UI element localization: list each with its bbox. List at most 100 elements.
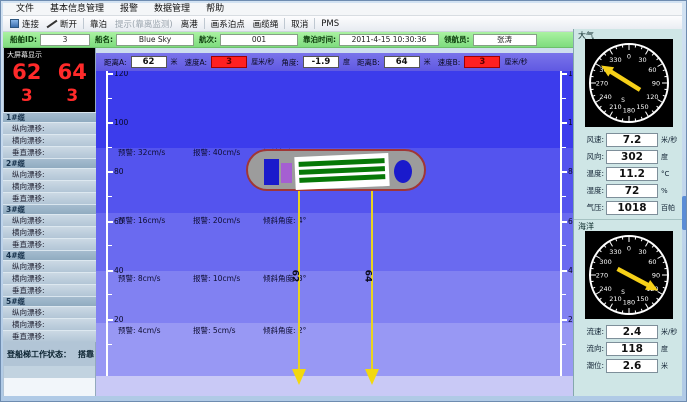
weather-row-4: 气压:1018百帕 xyxy=(574,199,682,216)
ocean-row-0: 流速:2.4米/秒 xyxy=(574,323,682,340)
info-field-value[interactable]: 2011-4-15 10:30:36 xyxy=(339,34,439,46)
toolbar-button-8[interactable]: PMS xyxy=(317,18,343,30)
sensor-arrow-a xyxy=(292,369,306,385)
weather-unit-4: 百帕 xyxy=(661,203,675,213)
toolbar-button-2[interactable]: 靠泊 xyxy=(86,17,111,31)
info-field-3: 靠泊时间:2011-4-15 10:30:36 xyxy=(303,34,439,46)
measure-label-3: 距离B: xyxy=(357,57,380,68)
toolbar-button-1[interactable]: 断开 xyxy=(43,17,81,31)
measure-value-0: 62 xyxy=(131,56,167,68)
measure-unit-0: 米 xyxy=(171,57,178,67)
toolbar-button-label: 提示(靠离监测) xyxy=(115,18,173,30)
toolbar-separator xyxy=(204,18,205,29)
svg-text:240: 240 xyxy=(599,285,611,293)
distance-band xyxy=(96,71,573,148)
ruler-minor-tick xyxy=(562,294,566,295)
weather-unit-3: % xyxy=(661,187,668,195)
weather-unit-1: 度 xyxy=(661,152,668,162)
svg-text:240: 240 xyxy=(599,93,611,101)
wind-direction-gauge: 0306090120150180210240270300330S xyxy=(585,39,673,127)
toolbar-button-3[interactable]: 提示(靠离监测) xyxy=(111,17,177,31)
svg-text:150: 150 xyxy=(636,295,648,303)
disconnect-icon xyxy=(47,19,57,28)
cable-group-header-0: 1#缆 xyxy=(3,112,96,122)
ocean-label-0: 流速: xyxy=(574,326,604,337)
weather-rows: 风速:7.2米/秒风向:302度温度:11.2°C湿度:72%气压:1018百帕 xyxy=(574,131,682,216)
cable-row-4-2: 垂直漂移: xyxy=(3,330,96,342)
ruler-tick xyxy=(562,73,567,75)
menu-item-0[interactable]: 文件 xyxy=(8,3,42,15)
ruler-line xyxy=(560,71,562,376)
ruler-tick xyxy=(108,73,113,75)
svg-text:270: 270 xyxy=(596,272,608,280)
ruler-tick xyxy=(562,221,567,223)
connect-icon xyxy=(10,19,19,28)
alarm-warn-text: 预警: 4cm/s xyxy=(118,325,193,336)
toolbar-button-label: 取消 xyxy=(291,18,308,30)
cargo-stripe xyxy=(299,174,385,183)
ocean-unit-0: 米/秒 xyxy=(661,327,677,337)
ruler-minor-tick xyxy=(562,98,566,99)
weather-row-2: 温度:11.2°C xyxy=(574,165,682,182)
svg-text:330: 330 xyxy=(609,56,621,64)
ruler-tick-label: 80 xyxy=(114,167,124,176)
ruler-minor-tick xyxy=(562,245,566,246)
menu-item-1[interactable]: 基本信息管理 xyxy=(42,3,112,15)
measure-label-1: 速度A: xyxy=(185,57,208,68)
cable-row-2-2: 垂直漂移: xyxy=(3,238,96,250)
info-field-label: 船名: xyxy=(95,34,113,45)
weather-label-4: 气压: xyxy=(574,202,604,213)
info-field-value[interactable]: Blue Sky xyxy=(116,34,194,46)
menu-item-2[interactable]: 报警 xyxy=(112,3,146,15)
info-field-2: 航次:001 xyxy=(199,34,298,46)
ruler-tick xyxy=(108,319,113,321)
ocean-label-2: 潮位: xyxy=(574,360,604,371)
measure-label-2: 角度: xyxy=(281,57,299,68)
window-frame-accent xyxy=(682,196,687,230)
menu-item-4[interactable]: 帮助 xyxy=(198,3,232,15)
cable-row-0-0: 纵向漂移: xyxy=(3,122,96,134)
svg-text:120: 120 xyxy=(646,93,658,101)
ship-cargo-hatch xyxy=(294,153,389,190)
ship-bow-tank xyxy=(394,160,412,183)
gangway-status-value: 搭靠 xyxy=(78,349,94,360)
svg-text:330: 330 xyxy=(609,248,621,256)
info-field-value[interactable]: 张涛 xyxy=(473,34,537,46)
cable-group-header-2: 3#缆 xyxy=(3,204,96,214)
toolbar-separator xyxy=(284,18,285,29)
measure-unit-3: 米 xyxy=(424,57,431,67)
ruler-tick xyxy=(108,171,113,173)
ocean-value-2: 2.6 xyxy=(606,359,658,373)
cable-list: 1#缆纵向漂移:横向漂移:垂直漂移:2#缆纵向漂移:横向漂移:垂直漂移:3#缆纵… xyxy=(3,112,96,342)
ship-shape xyxy=(246,149,426,191)
svg-text:270: 270 xyxy=(596,80,608,88)
svg-text:60: 60 xyxy=(648,66,656,74)
ruler-tick xyxy=(108,122,113,124)
toolbar-separator xyxy=(314,18,315,29)
toolbar-button-5[interactable]: 画系泊点 xyxy=(207,17,249,31)
weather-label-3: 湿度: xyxy=(574,185,604,196)
toolbar-button-4[interactable]: 离港 xyxy=(177,17,202,31)
info-field-value[interactable]: 3 xyxy=(40,34,90,46)
big-display-title: 大屏幕显示 xyxy=(4,48,95,60)
cargo-stripe xyxy=(299,166,385,175)
weather-row-3: 湿度:72% xyxy=(574,182,682,199)
svg-text:S: S xyxy=(621,289,625,296)
toolbar-button-0[interactable]: 连接 xyxy=(6,17,43,31)
cable-row-3-1: 横向漂移: xyxy=(3,272,96,284)
svg-text:150: 150 xyxy=(636,103,648,111)
cable-row-1-2: 垂直漂移: xyxy=(3,192,96,204)
ruler-tick xyxy=(108,221,113,223)
toolbar-button-7[interactable]: 取消 xyxy=(287,17,312,31)
info-field-4: 领航员:张涛 xyxy=(444,34,537,46)
toolbar-button-6[interactable]: 画缆绳 xyxy=(249,17,283,31)
weather-row-0: 风速:7.2米/秒 xyxy=(574,131,682,148)
quay-strip xyxy=(96,376,573,396)
info-field-value[interactable]: 001 xyxy=(220,34,298,46)
svg-text:0: 0 xyxy=(627,53,631,61)
ruler-tick xyxy=(562,171,567,173)
measure-line-a-label: 62 xyxy=(289,270,299,283)
menu-bar: 文件基本信息管理报警数据管理帮助 xyxy=(3,3,682,16)
menu-item-3[interactable]: 数据管理 xyxy=(146,3,198,15)
gangway-status: 登船梯工作状态： 搭靠 xyxy=(3,344,96,364)
